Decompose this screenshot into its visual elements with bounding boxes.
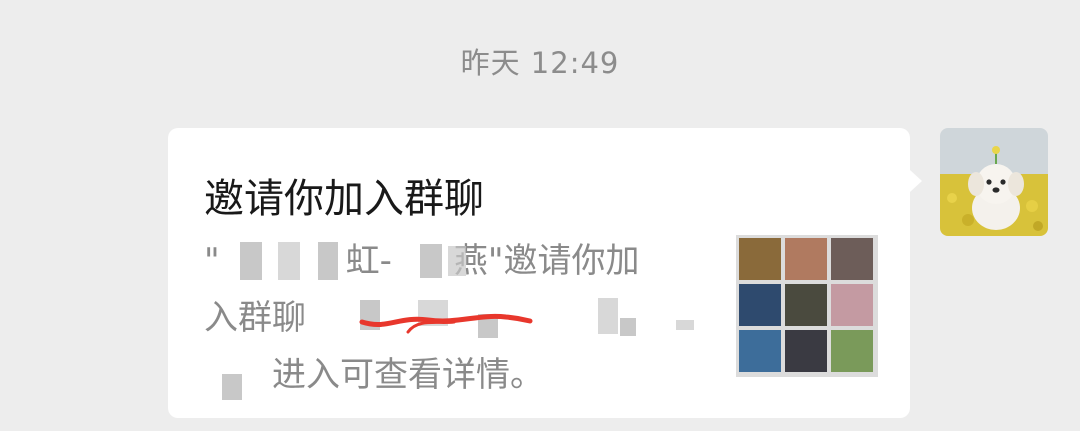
mosaic-block (598, 298, 618, 334)
sender-avatar[interactable] (940, 128, 1048, 236)
bubble-tail (910, 170, 922, 192)
group-member-avatar (739, 330, 781, 372)
mosaic-block (240, 242, 262, 280)
group-member-avatar (831, 284, 873, 326)
group-member-avatar (785, 330, 827, 372)
group-member-avatar (739, 238, 781, 280)
message-timestamp: 昨天 12:49 (460, 46, 620, 80)
dog-avatar-icon (940, 128, 1048, 236)
invite-desc-line-3: 进入可查看详情。 (204, 347, 704, 404)
invite-card-title: 邀请你加入群聊 (204, 176, 484, 222)
group-invite-card[interactable]: 邀请你加入群聊 " 虹- 燕"邀请你加 入群聊 进入可查看详情。 (168, 128, 910, 418)
invite-desc-inviter-part: 燕"邀请你加 (453, 241, 640, 281)
group-member-avatar (785, 238, 827, 280)
mosaic-block (620, 318, 636, 336)
group-avatar-grid (736, 235, 878, 377)
red-scribble-redaction (359, 313, 533, 334)
invite-desc-name-part: 虹- (345, 241, 392, 281)
group-member-avatar (831, 238, 873, 280)
group-member-avatar (785, 284, 827, 326)
mosaic-block (676, 320, 694, 330)
invite-desc-join-group: 入群聊 (204, 298, 306, 338)
mosaic-block (448, 246, 466, 276)
invite-desc-view-details: 进入可查看详情。 (272, 355, 544, 395)
mosaic-block (278, 242, 300, 280)
group-member-avatar (831, 330, 873, 372)
mosaic-block (222, 374, 242, 400)
mosaic-block (318, 242, 338, 280)
mosaic-block (420, 244, 442, 278)
group-member-avatar (739, 284, 781, 326)
invite-desc-quote: " (204, 241, 220, 281)
